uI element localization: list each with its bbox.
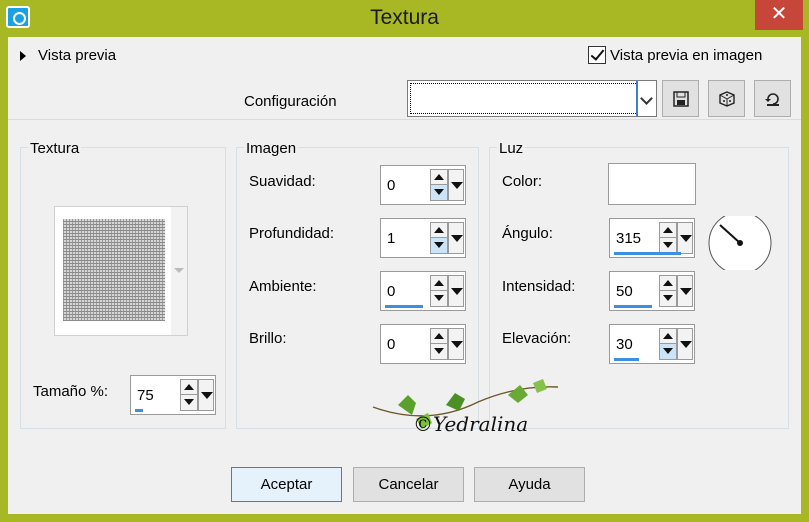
arrow-down-icon[interactable] bbox=[181, 395, 197, 410]
texture-picker[interactable] bbox=[54, 206, 188, 336]
arrow-down-icon[interactable] bbox=[431, 291, 447, 306]
angle-menu-button[interactable] bbox=[677, 222, 693, 254]
cancel-button[interactable]: Cancelar bbox=[353, 467, 464, 502]
elevation-spinner[interactable]: 30 bbox=[609, 324, 695, 364]
brightness-label: Brillo: bbox=[249, 330, 287, 347]
arrow-up-icon[interactable] bbox=[431, 223, 447, 238]
smoothness-label: Suavidad: bbox=[249, 173, 316, 190]
size-fill-bar bbox=[135, 409, 143, 412]
ambient-menu-button[interactable] bbox=[448, 275, 464, 307]
size-menu-button[interactable] bbox=[198, 379, 214, 411]
intensity-menu-button[interactable] bbox=[677, 275, 693, 307]
save-preset-button[interactable] bbox=[662, 80, 699, 117]
arrow-up-icon[interactable] bbox=[660, 329, 676, 344]
color-label: Color: bbox=[502, 173, 543, 190]
help-button[interactable]: Ayuda bbox=[474, 467, 585, 502]
angle-fill-bar bbox=[614, 252, 681, 255]
config-label: Configuración bbox=[244, 93, 337, 110]
randomize-button[interactable] bbox=[708, 80, 745, 117]
arrow-down-icon[interactable] bbox=[660, 344, 676, 359]
preview-toggle-label: Vista previa bbox=[38, 47, 117, 64]
depth-label: Profundidad: bbox=[249, 225, 335, 242]
arrow-up-icon[interactable] bbox=[431, 170, 447, 185]
arrow-up-icon[interactable] bbox=[431, 276, 447, 291]
size-spinner[interactable]: 75 bbox=[130, 375, 216, 415]
config-combo[interactable] bbox=[407, 80, 657, 117]
ambient-fill-bar bbox=[385, 305, 423, 308]
smoothness-spinner[interactable]: 0 bbox=[380, 165, 466, 205]
smoothness-value: 0 bbox=[387, 177, 396, 194]
texture-group-title: Textura bbox=[28, 140, 82, 157]
elevation-fill-bar bbox=[614, 358, 639, 361]
arrow-up-icon[interactable] bbox=[181, 380, 197, 395]
watermark-text: ©Yedralina bbox=[413, 412, 529, 436]
preview-toggle[interactable]: Vista previa bbox=[20, 47, 116, 64]
texture-dialog: Textura ✕ Vista previa Vista previa en i… bbox=[0, 0, 809, 522]
depth-menu-button[interactable] bbox=[448, 222, 464, 254]
dialog-body: Vista previa Vista previa en imagen Conf… bbox=[8, 37, 801, 514]
brightness-spinner[interactable]: 0 bbox=[380, 324, 466, 364]
angle-value: 315 bbox=[616, 230, 642, 247]
image-group-title: Imagen bbox=[244, 140, 299, 157]
check-icon bbox=[588, 46, 606, 64]
texture-picker-arrow[interactable] bbox=[171, 207, 187, 335]
title-bar[interactable]: Textura ✕ bbox=[0, 0, 809, 37]
arrow-down-icon[interactable] bbox=[660, 238, 676, 253]
angle-spinner[interactable]: 315 bbox=[609, 218, 695, 258]
elevation-menu-button[interactable] bbox=[677, 328, 693, 360]
close-button[interactable]: ✕ bbox=[755, 0, 803, 30]
brightness-value: 0 bbox=[387, 336, 396, 353]
chevron-down-icon[interactable] bbox=[636, 81, 656, 116]
angle-label: Ángulo: bbox=[502, 225, 553, 242]
angle-dial-icon[interactable] bbox=[708, 216, 772, 270]
elevation-label: Elevación: bbox=[502, 330, 572, 347]
depth-value: 1 bbox=[387, 230, 396, 247]
texture-swatch bbox=[63, 219, 165, 321]
preview-in-image-label: Vista previa en imagen bbox=[610, 46, 763, 64]
smoothness-stepper[interactable] bbox=[430, 169, 448, 201]
expand-triangle-icon bbox=[20, 50, 26, 61]
save-icon bbox=[673, 91, 689, 107]
arrow-down-icon[interactable] bbox=[431, 185, 447, 200]
intensity-label: Intensidad: bbox=[502, 278, 576, 295]
reset-button[interactable] bbox=[754, 80, 791, 117]
intensity-fill-bar bbox=[614, 305, 652, 308]
window-title: Textura bbox=[370, 6, 439, 29]
depth-spinner[interactable]: 1 bbox=[380, 218, 466, 258]
smoothness-menu-button[interactable] bbox=[448, 169, 464, 201]
brightness-stepper[interactable] bbox=[430, 328, 448, 360]
depth-stepper[interactable] bbox=[430, 222, 448, 254]
texture-group: Textura Tamaño %: 75 bbox=[20, 140, 226, 429]
ok-button[interactable]: Aceptar bbox=[231, 467, 342, 502]
intensity-stepper[interactable] bbox=[659, 275, 677, 307]
ambient-stepper[interactable] bbox=[430, 275, 448, 307]
angle-stepper[interactable] bbox=[659, 222, 677, 254]
randomize-icon bbox=[719, 91, 735, 107]
preview-in-image-checkbox[interactable]: Vista previa en imagen bbox=[588, 46, 762, 64]
elevation-stepper[interactable] bbox=[659, 328, 677, 360]
separator bbox=[8, 119, 801, 120]
size-label: Tamaño %: bbox=[33, 383, 109, 400]
size-stepper[interactable] bbox=[180, 379, 198, 411]
intensity-value: 50 bbox=[616, 283, 633, 300]
arrow-down-icon[interactable] bbox=[431, 344, 447, 359]
ambient-value: 0 bbox=[387, 283, 396, 300]
light-color-swatch[interactable] bbox=[608, 163, 696, 205]
light-group-title: Luz bbox=[497, 140, 526, 157]
ambient-label: Ambiente: bbox=[249, 278, 317, 295]
arrow-down-icon[interactable] bbox=[660, 291, 676, 306]
arrow-up-icon[interactable] bbox=[431, 329, 447, 344]
elevation-value: 30 bbox=[616, 336, 633, 353]
brightness-menu-button[interactable] bbox=[448, 328, 464, 360]
arrow-up-icon[interactable] bbox=[660, 223, 676, 238]
arrow-down-icon[interactable] bbox=[431, 238, 447, 253]
reset-icon bbox=[765, 93, 779, 106]
ambient-spinner[interactable]: 0 bbox=[380, 271, 466, 311]
arrow-up-icon[interactable] bbox=[660, 276, 676, 291]
intensity-spinner[interactable]: 50 bbox=[609, 271, 695, 311]
size-value: 75 bbox=[137, 387, 154, 404]
